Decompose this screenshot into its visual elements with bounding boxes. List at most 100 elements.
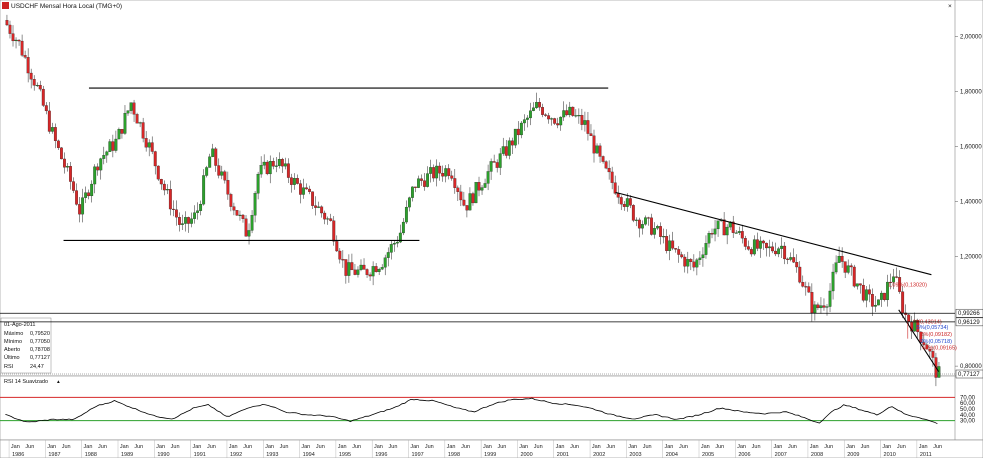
candle-body — [123, 113, 127, 134]
candle-body — [338, 250, 342, 260]
candle-body — [480, 187, 484, 191]
candle-body — [798, 266, 802, 283]
candle-body — [335, 241, 339, 252]
candle-body — [459, 191, 463, 201]
candle-body — [162, 183, 166, 191]
month-label: Jun — [461, 444, 470, 450]
candle-body — [280, 158, 284, 167]
candle-body — [93, 166, 97, 185]
month-label: Jan — [84, 444, 93, 450]
candle-body — [622, 203, 626, 207]
candle-body — [356, 269, 360, 275]
candle-body — [613, 182, 617, 194]
month-label: Jan — [338, 444, 347, 450]
fib-label: 2%(0,09182) — [921, 332, 953, 338]
candle-body — [870, 293, 874, 307]
candle-body — [453, 178, 457, 188]
candle-body — [901, 291, 905, 314]
candle-body — [692, 261, 696, 268]
candle-body — [640, 224, 644, 229]
candle-body — [214, 148, 218, 166]
candle-body — [108, 141, 112, 152]
candle-body — [271, 160, 275, 167]
candle-body — [589, 133, 593, 136]
candle-body — [244, 218, 248, 237]
month-label: Jun — [316, 444, 325, 450]
candle-body — [14, 39, 18, 42]
candle-body — [710, 233, 714, 235]
candle-body — [417, 178, 420, 188]
candle-body — [468, 193, 472, 211]
candle-body — [789, 257, 793, 260]
candle-body — [102, 155, 106, 159]
candle-body — [47, 110, 51, 132]
candle-body — [293, 178, 296, 185]
candle-body — [256, 173, 260, 194]
candle-body — [456, 187, 460, 192]
candle-body — [165, 189, 169, 191]
candle-body — [20, 40, 24, 56]
candle-body — [538, 102, 541, 108]
candle-body — [383, 257, 387, 268]
year-label: 2006 — [738, 452, 750, 458]
candle-body — [208, 156, 212, 168]
rsi-scroll-icon[interactable]: ▴ — [57, 379, 60, 385]
month-label: Jun — [715, 444, 724, 450]
candle-body — [698, 257, 702, 260]
candle-body — [628, 198, 632, 206]
candle-body — [181, 223, 184, 225]
candle-body — [762, 240, 765, 244]
candle-body — [771, 246, 774, 252]
candle-body — [332, 220, 336, 242]
candle-body — [522, 119, 526, 124]
candle-body — [38, 84, 42, 90]
info-label-max: Máximo — [4, 331, 23, 337]
year-label: 2008 — [811, 452, 823, 458]
month-label: Jun — [534, 444, 543, 450]
price-chart-canvas[interactable]: USDCHF Mensal Hora Local (TMG+0) × 01-Ag… — [0, 0, 983, 458]
candle-body — [60, 147, 63, 160]
candle-body — [601, 156, 605, 162]
candle-body — [229, 194, 233, 207]
rsi-label: 30,00 — [960, 419, 976, 425]
close-icon[interactable]: × — [948, 3, 952, 10]
candle-body — [631, 205, 635, 221]
candle-body — [529, 110, 532, 119]
candle-body — [323, 212, 327, 220]
candle-body — [571, 106, 575, 116]
candle-body — [241, 214, 245, 219]
candle-body — [8, 24, 12, 34]
year-label: 2011 — [920, 452, 932, 458]
candle-body — [822, 305, 826, 308]
month-label: Jan — [265, 444, 274, 450]
candle-body — [50, 127, 54, 132]
candle-body — [489, 161, 493, 172]
month-label: Jun — [62, 444, 71, 450]
candle-body — [492, 161, 496, 163]
candle-body — [931, 351, 935, 358]
symbol-icon[interactable] — [2, 2, 9, 9]
year-label: 1994 — [303, 452, 315, 458]
candle-body — [604, 161, 608, 169]
month-label: Jan — [810, 444, 819, 450]
candle-body — [768, 246, 771, 249]
candle-body — [144, 138, 148, 148]
month-label: Jun — [425, 444, 434, 450]
candle-body — [232, 206, 236, 211]
candle-body — [395, 241, 399, 244]
candle-body — [510, 140, 514, 146]
month-label: Jun — [98, 444, 107, 450]
candle-body — [828, 290, 832, 307]
year-label: 1996 — [375, 452, 387, 458]
month-label: Jun — [25, 444, 34, 450]
candle-body — [199, 203, 203, 211]
candle-body — [677, 249, 681, 255]
info-value-open: 0,78708 — [30, 347, 50, 353]
info-label-last: Último — [4, 354, 20, 361]
candle-body — [247, 230, 251, 237]
candle-body — [659, 226, 662, 237]
year-label: 1989 — [121, 452, 133, 458]
month-label: Jan — [47, 444, 56, 450]
info-value-last: 0,77127 — [30, 355, 50, 361]
candle-body — [66, 166, 69, 168]
